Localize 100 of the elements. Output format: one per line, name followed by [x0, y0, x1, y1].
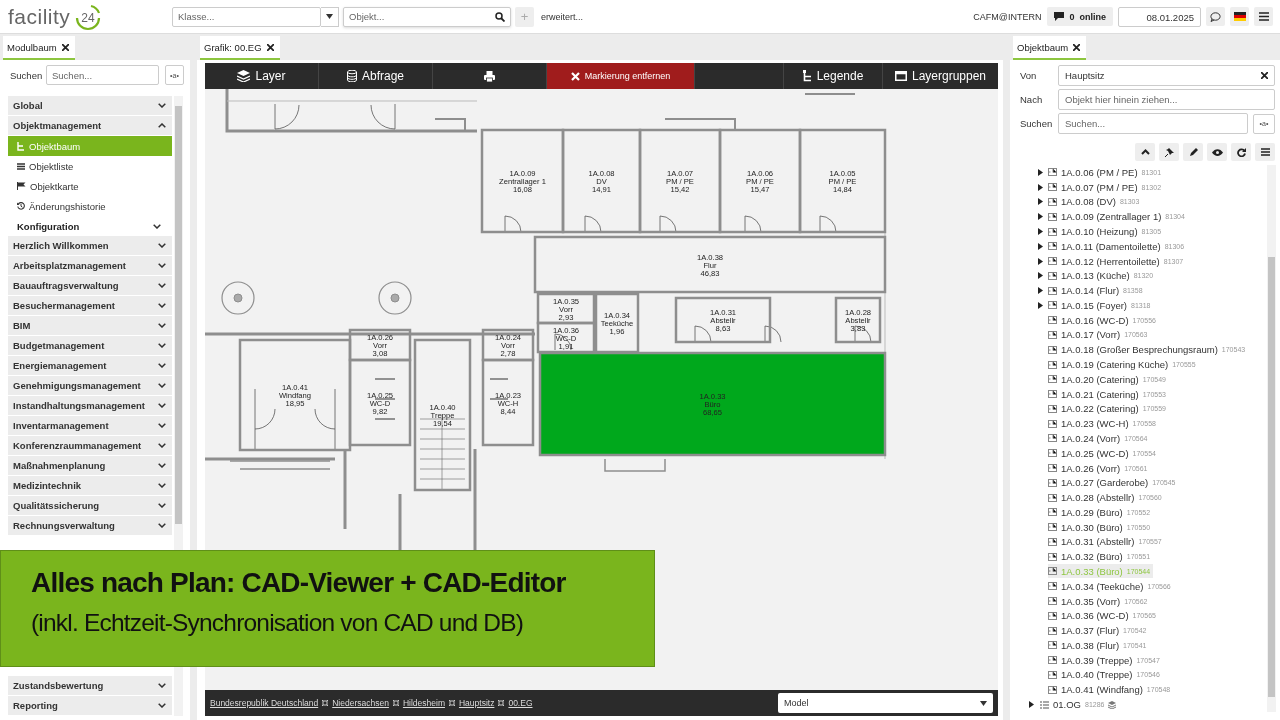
room-shape[interactable] [413, 338, 472, 492]
close-icon [570, 71, 580, 81]
tree-icon [802, 70, 812, 82]
search-label: Suchen [10, 69, 40, 81]
expand-arrow-icon[interactable] [1038, 301, 1043, 309]
separator-icon [392, 700, 399, 706]
room-shape[interactable] [348, 358, 412, 447]
caret-down-icon [980, 700, 987, 706]
refresh-button[interactable] [1231, 143, 1251, 161]
date-field[interactable]: 08.01.2025 [1118, 6, 1201, 27]
room-shape[interactable] [533, 235, 887, 294]
room-shape[interactable] [834, 296, 882, 344]
breadcrumb-link[interactable]: Bundesrepublik Deutschland [210, 698, 319, 708]
floor-plan-icon [1048, 419, 1057, 428]
module-group[interactable]: Rechnungsverwaltung [8, 516, 172, 536]
expand-arrow-icon[interactable] [1038, 272, 1043, 280]
menu-button[interactable] [1255, 143, 1275, 161]
database-icon [347, 70, 357, 82]
logo-number: 24 [81, 10, 95, 25]
module-group[interactable]: Reporting [8, 696, 172, 716]
floor-plan-icon [1048, 670, 1057, 679]
expand-arrow-icon[interactable] [1038, 287, 1043, 295]
room-shape[interactable] [481, 328, 535, 362]
module-group[interactable]: Inventarmanagement [8, 416, 172, 436]
print-icon [484, 70, 495, 82]
expand-arrow-icon[interactable] [1038, 242, 1043, 250]
floor-plan-icon [1048, 641, 1057, 650]
room-shape[interactable] [561, 128, 642, 234]
module-group[interactable]: Konferenzraummanagement [8, 436, 172, 456]
breadcrumb-link[interactable]: Niedersachsen [332, 698, 389, 708]
expand-arrow-icon[interactable] [1038, 257, 1043, 265]
module-group[interactable]: Zustandsbewertung [8, 676, 172, 696]
language-button[interactable] [1230, 7, 1249, 26]
room-shape[interactable] [798, 128, 887, 234]
view-button[interactable] [1207, 143, 1227, 161]
floor-plan-icon [1048, 257, 1057, 266]
expand-arrow-icon[interactable] [1038, 213, 1043, 221]
expand-arrow-icon[interactable] [1038, 228, 1043, 235]
module-group[interactable]: Besuchermanagement [8, 296, 172, 316]
banner-subtitle: (inkl. Echtzeit-Synchronisation von CAD und DB) [31, 609, 525, 637]
search-field[interactable]: Suchen... [1058, 113, 1248, 134]
module-group[interactable]: Objektmanagement [8, 116, 172, 136]
object-search-field[interactable]: Objekt... [343, 6, 511, 27]
edit-button[interactable] [1183, 143, 1203, 161]
module-group[interactable]: Qualitätssicherung [8, 496, 172, 516]
list-icon [1040, 700, 1049, 709]
breadcrumb-link[interactable]: Hildesheim [402, 698, 445, 708]
breadcrumb-link[interactable]: Hauptsitz [458, 698, 495, 708]
scrollbar[interactable] [1267, 165, 1276, 712]
room-shape[interactable] [536, 292, 596, 325]
module-group[interactable]: Budgetmanagement [8, 336, 172, 356]
room-shape[interactable] [594, 292, 640, 354]
search-icon [495, 11, 505, 22]
room-shape[interactable] [238, 338, 352, 452]
collapse-button[interactable] [1135, 143, 1155, 161]
floor-plan-icon [1048, 493, 1057, 502]
module-group[interactable]: Medizintechnik [8, 476, 172, 496]
expand-arrow-icon[interactable] [1038, 198, 1043, 206]
clear-icon [1261, 72, 1268, 79]
layout-select[interactable]: Model [778, 693, 993, 713]
module-group[interactable]: Bauauftragsverwaltung [8, 276, 172, 296]
to-field[interactable]: Objekt hier hinein ziehen... [1058, 89, 1275, 110]
module-group[interactable]: Genehmigungsmanagement [8, 376, 172, 396]
room-shape[interactable] [536, 321, 596, 354]
class-field[interactable]: Klasse... [172, 6, 321, 27]
floor-plan-icon [1048, 271, 1057, 280]
expand-arrow-icon[interactable] [1038, 168, 1043, 176]
room-shape[interactable] [674, 296, 772, 344]
menu-button[interactable] [1254, 7, 1273, 26]
from-field[interactable]: Hauptsitz [1058, 65, 1275, 86]
module-group[interactable]: Energiemanagement [8, 356, 172, 376]
panel-tab[interactable]: Grafik: 00.EG [200, 36, 280, 60]
panel-tab[interactable]: Objektbaum [1013, 36, 1087, 60]
room-shape[interactable] [480, 128, 565, 234]
toolbar-button[interactable]: Legende [783, 63, 883, 89]
floor-plan-icon [1048, 212, 1057, 221]
room-shape[interactable] [718, 128, 802, 234]
module-group[interactable]: Arbeitsplatzmanagement [8, 256, 172, 276]
floor-plan-icon [1048, 537, 1057, 546]
online-users-button[interactable]: 0 online [1047, 7, 1113, 26]
toolbar-button[interactable]: Markierung entfernen [547, 63, 695, 89]
floor-plan-icon [1048, 508, 1057, 517]
module-group[interactable]: Instandhaltungsmanagement [8, 396, 172, 416]
module-group[interactable]: BIM [8, 316, 172, 336]
advanced-search-link[interactable]: erweitert... [541, 11, 583, 22]
expand-arrow-icon[interactable] [1038, 183, 1043, 191]
module-group[interactable]: Global [8, 96, 172, 116]
room-shape[interactable] [638, 128, 722, 234]
module-group[interactable]: Herzlich Willkommen [8, 236, 172, 256]
pin-button[interactable] [1159, 143, 1179, 161]
chat-button[interactable] [1206, 7, 1225, 26]
room-shape[interactable] [481, 358, 535, 447]
search-field[interactable]: Suchen... [46, 65, 159, 85]
dropdown-button[interactable] [321, 6, 339, 27]
panel-tab[interactable]: Modulbaum [3, 36, 75, 60]
module-group[interactable]: Maßnahmenplanung [8, 456, 172, 476]
pencil-icon [1188, 147, 1198, 157]
breadcrumb-link[interactable]: 00.EG [508, 698, 533, 708]
room-shape[interactable] [348, 328, 412, 362]
expand-arrow-icon[interactable] [1028, 701, 1035, 708]
